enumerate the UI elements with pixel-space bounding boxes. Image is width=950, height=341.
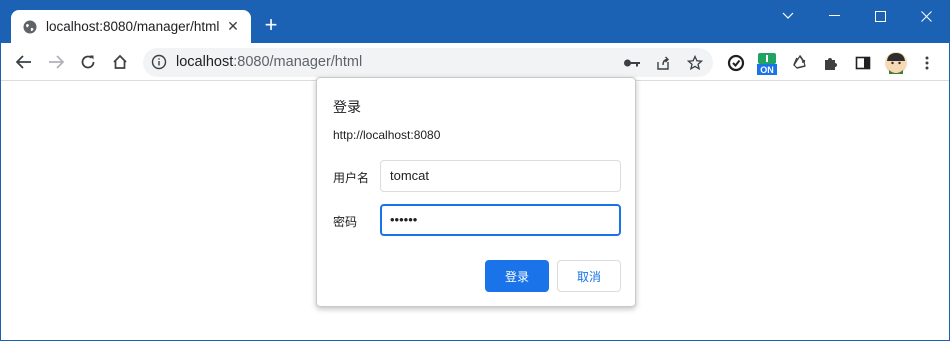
username-label: 用户名 (333, 171, 370, 185)
active-tab[interactable]: localhost:8080/manager/html ✕ (11, 10, 251, 43)
username-field[interactable]: tomcat (380, 160, 621, 192)
dialog-title: 登录 (333, 99, 361, 115)
maximize-button[interactable] (857, 1, 903, 31)
share-icon[interactable] (654, 54, 672, 72)
tab-close-icon[interactable]: ✕ (225, 18, 241, 34)
bookmark-star-icon[interactable] (686, 54, 704, 72)
site-info-icon[interactable] (151, 54, 167, 70)
password-label: 密码 (333, 215, 358, 229)
key-icon[interactable] (623, 54, 641, 72)
home-button[interactable] (108, 50, 132, 74)
toggle-on-extension-icon[interactable]: ON (756, 52, 778, 76)
globe-icon (23, 20, 37, 34)
url-host: localhost (176, 54, 234, 70)
browser-window: localhost:8080/manager/html ✕ + localhos… (0, 0, 950, 341)
browser-toolbar: localhost:8080/manager/html ON (1, 43, 949, 81)
sync-extension-icon[interactable] (726, 53, 746, 73)
url-text: localhost:8080/manager/html (176, 54, 362, 70)
new-tab-button[interactable]: + (261, 14, 281, 36)
minimize-button[interactable] (811, 1, 857, 31)
address-bar[interactable]: localhost:8080/manager/html (143, 48, 713, 77)
tab-strip: localhost:8080/manager/html ✕ + (1, 1, 949, 43)
cancel-button[interactable]: 取消 (557, 260, 621, 292)
url-path: :8080/manager/html (233, 54, 363, 70)
sign-in-dialog: 登录 http://localhost:8080 用户名 tomcat 密码 •… (316, 77, 636, 307)
menu-kebab-icon[interactable] (917, 53, 937, 73)
tab-title: localhost:8080/manager/html (46, 19, 220, 34)
back-button[interactable] (12, 50, 36, 74)
reload-button[interactable] (76, 50, 100, 74)
close-window-button[interactable] (903, 1, 949, 31)
recycle-extension-icon[interactable] (790, 53, 810, 73)
login-button[interactable]: 登录 (485, 260, 549, 292)
on-badge-label: ON (760, 65, 774, 75)
password-field[interactable]: •••••• (380, 204, 621, 236)
tab-search-icon[interactable] (765, 1, 811, 31)
dialog-origin: http://localhost:8080 (333, 128, 441, 142)
extensions-puzzle-icon[interactable] (821, 53, 841, 73)
profile-avatar[interactable] (884, 51, 908, 75)
forward-button[interactable] (44, 50, 68, 74)
side-panel-icon[interactable] (853, 53, 873, 73)
